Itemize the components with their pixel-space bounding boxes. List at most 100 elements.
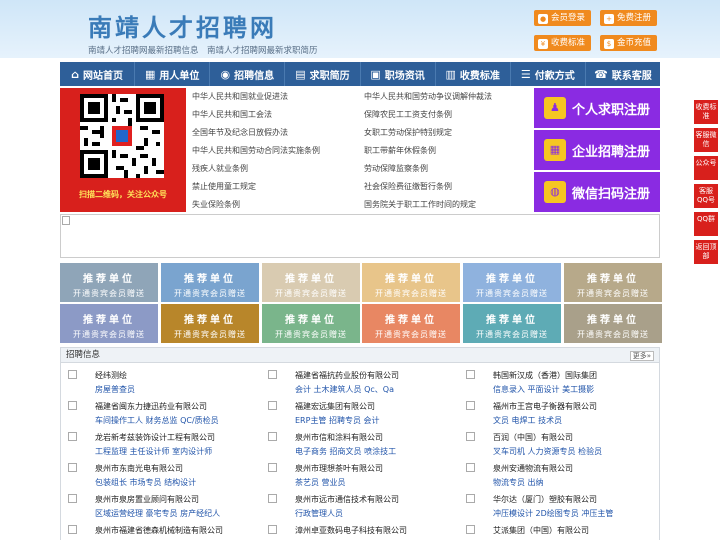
site-logo[interactable]: 南靖人才招聘网 <box>88 8 277 43</box>
law-link[interactable]: 中华人民共和国工会法 <box>192 109 272 120</box>
login-button[interactable]: ● 会员登录 <box>534 10 592 26</box>
recommended-company-tile[interactable]: 推荐单位 开通贵宾会员赠送 <box>262 304 360 343</box>
law-link[interactable]: 全国年节及纪念日放假办法 <box>192 127 288 138</box>
company-name[interactable]: 福建省闽东力捷迅药业有限公司 <box>95 401 207 412</box>
pricing-button[interactable]: ¥ 收费标准 <box>534 35 592 51</box>
recommended-company-tile[interactable]: 推荐单位 开通贵宾会员赠送 <box>362 304 460 343</box>
company-logo[interactable] <box>268 370 277 379</box>
nav-resumes[interactable]: ▤ 求职简历 <box>285 62 361 86</box>
company-name[interactable]: 泉州市理想茶叶有限公司 <box>295 463 383 474</box>
company-logo[interactable] <box>68 370 77 379</box>
sidebar-button[interactable]: 返回顶部 <box>694 240 718 264</box>
job-positions[interactable]: 工程监理 主任设计师 室内设计师 <box>95 446 212 457</box>
job-positions[interactable]: 叉车司机 人力资源专员 检验员 <box>493 446 602 457</box>
company-name[interactable]: 百润（中国）有限公司 <box>493 432 573 443</box>
sidebar-button[interactable]: 客服QQ号 <box>694 184 718 208</box>
recommended-company-tile[interactable]: 推荐单位 开通贵宾会员赠送 <box>564 263 662 302</box>
company-logo[interactable] <box>466 432 475 441</box>
job-positions[interactable]: 房屋普查员 <box>95 384 135 395</box>
job-seeker-register-button[interactable]: ♟ 个人求职注册 <box>534 88 660 128</box>
company-name[interactable]: 泉州安通物流有限公司 <box>493 463 573 474</box>
recommended-company-tile[interactable]: 推荐单位 开通贵宾会员赠送 <box>564 304 662 343</box>
job-positions[interactable]: 茶艺员 营业员 <box>295 477 346 488</box>
recommended-company-tile[interactable]: 推荐单位 开通贵宾会员赠送 <box>362 263 460 302</box>
law-link[interactable]: 中华人民共和国就业促进法 <box>192 91 288 102</box>
nav-employers[interactable]: ▦ 用人单位 <box>135 62 211 86</box>
sidebar-button[interactable]: 公众号 <box>694 156 718 180</box>
job-positions[interactable]: 区域运营经理 豪宅专员 房产经纪人 <box>95 508 220 519</box>
job-positions[interactable]: 车间操作工人 财务总监 QC/质检员 <box>95 415 219 426</box>
company-logo[interactable] <box>268 494 277 503</box>
company-logo[interactable] <box>68 432 77 441</box>
law-link[interactable]: 职工带薪年休假条例 <box>364 145 436 156</box>
job-positions[interactable]: 物流专员 出纳 <box>493 477 544 488</box>
job-positions[interactable]: 冲压模设计 2D绘图专员 冲压主管 <box>493 508 613 519</box>
company-logo[interactable] <box>466 463 475 472</box>
nav-home[interactable]: ⌂ 网站首页 <box>60 62 136 86</box>
nav-payment[interactable]: ☰ 付款方式 <box>511 62 586 86</box>
company-logo[interactable] <box>268 401 277 410</box>
ad-banner[interactable] <box>60 214 660 258</box>
job-positions[interactable]: 包装组长 市场专员 结构设计 <box>95 477 196 488</box>
company-logo[interactable] <box>466 494 475 503</box>
job-positions[interactable]: 信息录入 平面设计 美工摄影 <box>493 384 594 395</box>
job-positions[interactable]: ERP主管 招聘专员 会计 <box>295 415 380 426</box>
company-logo[interactable] <box>268 432 277 441</box>
nav-jobs[interactable]: ◉ 招聘信息 <box>210 62 286 86</box>
law-link[interactable]: 社会保险费征缴暂行条例 <box>364 181 452 192</box>
wechat-register-button[interactable]: ◍ 微信扫码注册 <box>534 172 660 212</box>
register-button[interactable]: + 免费注册 <box>600 10 658 26</box>
recommended-company-tile[interactable]: 推荐单位 开通贵宾会员赠送 <box>161 263 259 302</box>
recommended-company-tile[interactable]: 推荐单位 开通贵宾会员赠送 <box>60 304 158 343</box>
recommended-company-tile[interactable]: 推荐单位 开通贵宾会员赠送 <box>463 263 561 302</box>
law-link[interactable]: 国务院关于职工工作时间的规定 <box>364 199 476 210</box>
law-link[interactable]: 劳动保障监察条例 <box>364 163 428 174</box>
company-logo[interactable] <box>268 525 277 534</box>
sidebar-button[interactable]: 收费标准 <box>694 100 718 124</box>
company-name[interactable]: 艾派集团（中国）有限公司 <box>493 525 589 536</box>
company-name[interactable]: 龙岩新考兹装饰设计工程有限公司 <box>95 432 215 443</box>
recommended-company-tile[interactable]: 推荐单位 开通贵宾会员赠送 <box>262 263 360 302</box>
job-positions[interactable]: 文员 电焊工 技术员 <box>493 415 562 426</box>
company-logo[interactable] <box>466 370 475 379</box>
law-link[interactable]: 中华人民共和国劳动争议调解仲裁法 <box>364 91 492 102</box>
nav-news[interactable]: ▣ 职场资讯 <box>361 62 436 86</box>
company-name[interactable]: 泉州市泉房置业顾问有限公司 <box>95 494 199 505</box>
company-name[interactable]: 经纬测绘 <box>95 370 127 381</box>
company-name[interactable]: 泉州市东南光电有限公司 <box>95 463 183 474</box>
company-logo[interactable] <box>68 401 77 410</box>
law-link[interactable]: 残疾人就业条例 <box>192 163 248 174</box>
company-logo[interactable] <box>466 401 475 410</box>
company-name[interactable]: 泉州市信和涂料有限公司 <box>295 432 383 443</box>
nav-pricing[interactable]: ▥ 收费标准 <box>436 62 511 86</box>
company-name[interactable]: 漳州卓亚数码电子科技有限公司 <box>295 525 407 536</box>
company-name[interactable]: 福建宏远集团有限公司 <box>295 401 375 412</box>
company-register-button[interactable]: ▦ 企业招聘注册 <box>534 130 660 170</box>
company-name[interactable]: 泉州市福建省德森机械制造有限公司 <box>95 525 223 536</box>
recommended-company-tile[interactable]: 推荐单位 开通贵宾会员赠送 <box>463 304 561 343</box>
company-logo[interactable] <box>268 463 277 472</box>
company-name[interactable]: 华尔达（厦门）塑胶有限公司 <box>493 494 597 505</box>
law-link[interactable]: 女职工劳动保护特别规定 <box>364 127 452 138</box>
company-logo[interactable] <box>466 525 475 534</box>
company-logo[interactable] <box>68 494 77 503</box>
company-name[interactable]: 福建省福抗药业股份有限公司 <box>295 370 399 381</box>
company-logo[interactable] <box>68 525 77 534</box>
law-link[interactable]: 保障农民工工资支付条例 <box>364 109 452 120</box>
company-name[interactable]: 福州市王宫电子衡器有限公司 <box>493 401 597 412</box>
recharge-button[interactable]: $ 金币充值 <box>600 35 658 51</box>
law-link[interactable]: 失业保险条例 <box>192 199 240 210</box>
company-name[interactable]: 韩国新汉成（香港）国际集团 <box>493 370 597 381</box>
recommended-company-tile[interactable]: 推荐单位 开通贵宾会员赠送 <box>60 263 158 302</box>
company-name[interactable]: 泉州市远市通信技术有限公司 <box>295 494 399 505</box>
more-link[interactable]: 更多» <box>629 351 654 361</box>
nav-service[interactable]: ☎ 联系客服 <box>586 62 660 86</box>
job-positions[interactable]: 会计 土木建筑人员 Qc、Qa <box>295 384 394 395</box>
recommended-company-tile[interactable]: 推荐单位 开通贵宾会员赠送 <box>161 304 259 343</box>
company-logo[interactable] <box>68 463 77 472</box>
sidebar-button[interactable]: QQ群 <box>694 212 718 236</box>
sidebar-button[interactable]: 客服微信 <box>694 128 718 152</box>
job-positions[interactable]: 行政管理人员 <box>295 508 343 519</box>
law-link[interactable]: 禁止使用童工规定 <box>192 181 256 192</box>
job-positions[interactable]: 电子商务 招商文员 喷涂技工 <box>295 446 396 457</box>
